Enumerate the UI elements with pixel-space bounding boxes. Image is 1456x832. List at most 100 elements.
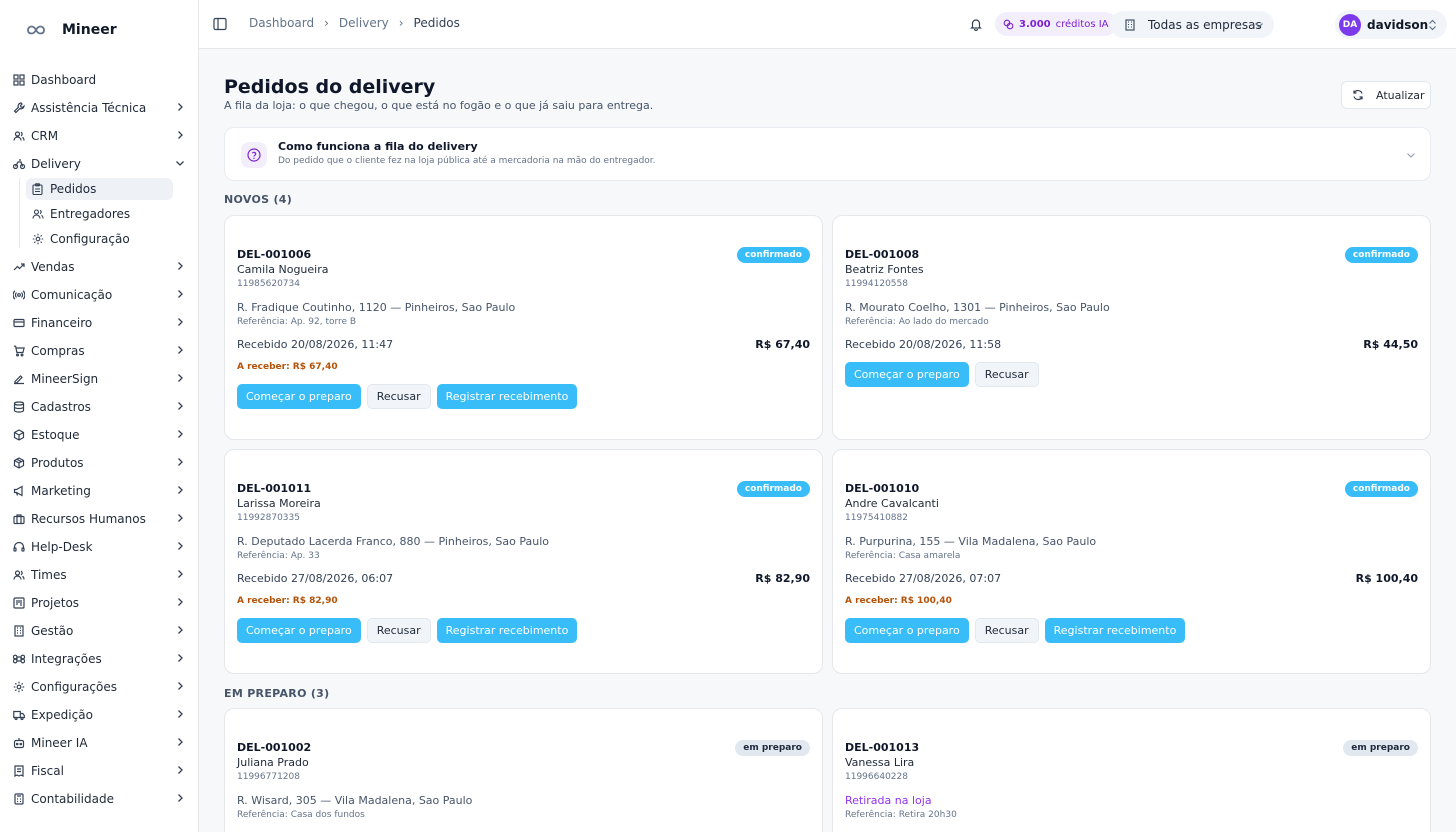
sidebar-item-mineer-ia[interactable]: Mineer IA <box>0 729 199 757</box>
register-payment-button[interactable]: Registrar recebimento <box>436 384 578 409</box>
refresh-button[interactable]: Atualizar <box>1341 81 1431 109</box>
sidebar-item-vendas[interactable]: Vendas <box>0 253 199 281</box>
address-reference: Referência: Casa dos fundos <box>237 810 365 820</box>
chevron-right-icon <box>178 402 183 410</box>
delivery-submenu: Pedidos Entregadores Configuração <box>0 178 199 250</box>
sidebar-item-label: Fiscal <box>31 764 64 778</box>
sidebar-item-comunicacao[interactable]: Comunicação <box>0 281 199 309</box>
sidebar-subitem-entregadores[interactable]: Entregadores <box>26 203 173 225</box>
refuse-button[interactable]: Recusar <box>366 618 431 643</box>
start-prep-button[interactable]: Começar o preparo <box>237 384 361 409</box>
sidebar-item-times[interactable]: Times <box>0 561 199 589</box>
sidebar-item-delivery[interactable]: Delivery <box>0 150 199 178</box>
sidebar-item-compras[interactable]: Compras <box>0 337 199 365</box>
delivery-help-panel[interactable]: Como funciona a fila do delivery Do pedi… <box>224 127 1431 181</box>
credits-label: créditos IA <box>1055 18 1109 30</box>
order-actions: Começar o preparo Recusar Registrar rece… <box>237 618 578 643</box>
refuse-button[interactable]: Recusar <box>974 618 1039 643</box>
start-prep-button[interactable]: Começar o preparo <box>237 618 361 643</box>
delivery-address: R. Mourato Coelho, 1301 — Pinheiros, Sao… <box>845 301 1110 314</box>
chevron-updown-icon <box>1429 19 1436 31</box>
chevron-right-icon <box>178 346 183 354</box>
sidebar-item-assistencia[interactable]: Assistência Técnica <box>0 94 199 122</box>
sidebar-item-estoque[interactable]: Estoque <box>0 421 199 449</box>
sidebar-item-label: Recursos Humanos <box>31 512 146 526</box>
help-circle-icon <box>241 142 267 168</box>
database-icon <box>12 400 26 414</box>
sidebar-item-marketing[interactable]: Marketing <box>0 477 199 505</box>
mineer-logo-icon <box>24 18 48 42</box>
sidebar-item-dashboard[interactable]: Dashboard <box>0 66 199 94</box>
bell-icon[interactable] <box>969 17 983 31</box>
sidebar-item-configuracoes[interactable]: Configurações <box>0 673 199 701</box>
sidebar-item-integracoes[interactable]: Integrações <box>0 645 199 673</box>
sidebar-item-helpdesk[interactable]: Help-Desk <box>0 533 199 561</box>
start-prep-button[interactable]: Começar o preparo <box>845 362 969 387</box>
sidebar-item-crm[interactable]: CRM <box>0 122 199 150</box>
chevron-down-icon[interactable] <box>1406 150 1416 160</box>
received-time: Recebido 27/08/2026, 07:07 <box>845 572 1002 585</box>
sidebar-item-financeiro[interactable]: Financeiro <box>0 309 199 337</box>
company-name: Todas as empresas <box>1148 17 1262 32</box>
order-total: R$ 67,40 <box>755 338 810 351</box>
pickup-label: Retirada na loja <box>845 794 932 807</box>
sidebar-item-label: Expedição <box>31 708 93 722</box>
company-selector[interactable]: Todas as empresas <box>1110 11 1274 38</box>
sidebar-item-label: Contabilidade <box>31 792 114 806</box>
sidebar-item-label: Cadastros <box>31 400 91 414</box>
sidebar-subitem-pedidos[interactable]: Pedidos <box>26 178 173 200</box>
sidebar-item-label: Marketing <box>31 484 91 498</box>
team-icon <box>12 568 26 582</box>
start-prep-button[interactable]: Começar o preparo <box>845 618 969 643</box>
customer-name: Andre Cavalcanti <box>845 497 939 510</box>
chevron-right-icon <box>178 374 183 382</box>
sidebar-item-fiscal[interactable]: Fiscal <box>0 757 199 785</box>
chevron-right-icon <box>178 682 183 690</box>
sidebar-item-mineersign[interactable]: MineerSign <box>0 365 199 393</box>
status-badge: em preparo <box>1343 740 1418 756</box>
sidebar-item-label: Financeiro <box>31 316 93 330</box>
customer-phone: 11985620734 <box>237 279 300 289</box>
received-time: Recebido 20/08/2026, 11:47 <box>237 338 394 351</box>
sidebar-item-rh[interactable]: Recursos Humanos <box>0 505 199 533</box>
credits-value: 3.000 <box>1019 18 1051 30</box>
sidebar-item-cadastros[interactable]: Cadastros <box>0 393 199 421</box>
sidebar-toggle-icon[interactable] <box>213 17 227 31</box>
sidebar-item-gestao[interactable]: Gestão <box>0 617 199 645</box>
order-total: R$ 44,50 <box>1363 338 1418 351</box>
refuse-button[interactable]: Recusar <box>366 384 431 409</box>
sidebar-item-label: Vendas <box>31 260 75 274</box>
signature-icon <box>12 372 26 386</box>
received-time: Recebido 27/08/2026, 06:07 <box>237 572 394 585</box>
refuse-button[interactable]: Recusar <box>974 362 1039 387</box>
broadcast-icon <box>12 288 26 302</box>
help-subtitle: Do pedido que o cliente fez na loja públ… <box>278 156 656 166</box>
user-name: davidson <box>1367 17 1429 32</box>
register-payment-button[interactable]: Registrar recebimento <box>436 618 578 643</box>
sidebar-subitem-label: Pedidos <box>50 182 97 196</box>
users-icon <box>32 208 44 220</box>
brand[interactable]: Mineer <box>24 18 117 42</box>
sidebar-subitem-label: Entregadores <box>50 207 131 221</box>
breadcrumb-delivery[interactable]: Delivery <box>339 16 389 30</box>
breadcrumb-dashboard[interactable]: Dashboard <box>249 16 314 30</box>
user-menu[interactable]: DA davidson <box>1335 10 1447 39</box>
sidebar-item-produtos[interactable]: Produtos <box>0 449 199 477</box>
gear-icon <box>12 680 26 694</box>
sidebar-item-expedicao[interactable]: Expedição <box>0 701 199 729</box>
kanban-icon <box>12 596 26 610</box>
chevron-right-icon <box>178 654 183 662</box>
ai-credits-badge[interactable]: 3.000 créditos IA <box>995 12 1117 36</box>
sidebar-item-label: Comunicação <box>31 288 113 302</box>
customer-phone: 11994120558 <box>845 279 908 289</box>
sidebar-item-projetos[interactable]: Projetos <box>0 589 199 617</box>
chevron-right-icon <box>178 626 183 634</box>
register-payment-button[interactable]: Registrar recebimento <box>1044 618 1186 643</box>
customer-name: Camila Nogueira <box>237 263 329 276</box>
sidebar-subitem-configuracao[interactable]: Configuração <box>26 228 173 250</box>
order-code: DEL-001002 <box>237 741 312 754</box>
sidebar-item-contabilidade[interactable]: Contabilidade <box>0 785 199 813</box>
address-reference: Referência: Ap. 33 <box>237 551 320 561</box>
customer-name: Vanessa Lira <box>845 756 915 769</box>
chevron-right-icon <box>178 738 183 746</box>
